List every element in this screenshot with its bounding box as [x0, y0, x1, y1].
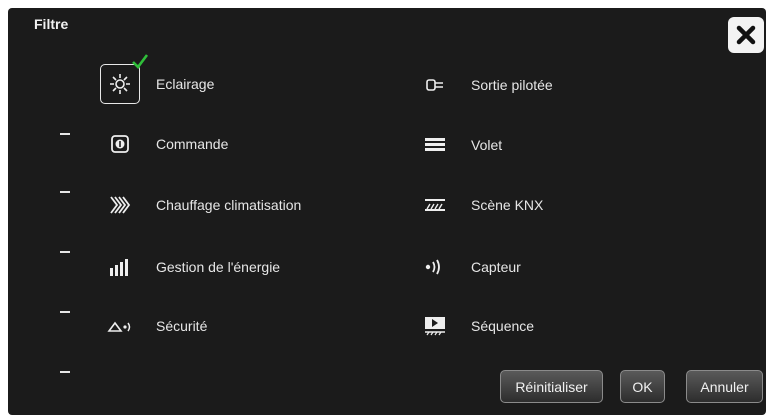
filter-item-sortie[interactable]: Sortie pilotée: [415, 65, 553, 105]
filter-item-commande[interactable]: Commande: [100, 124, 228, 164]
light-icon: [100, 54, 149, 104]
filter-item-sequence[interactable]: Séquence: [415, 306, 534, 346]
filter-label: Scène KNX: [471, 197, 544, 213]
scene-icon: [415, 185, 455, 225]
close-button[interactable]: [728, 17, 764, 53]
divider: [60, 191, 70, 193]
filter-label: Séquence: [471, 318, 535, 334]
shutter-icon: [415, 125, 455, 165]
filter-item-volet[interactable]: Volet: [415, 125, 502, 165]
security-icon: [100, 306, 140, 346]
reset-button[interactable]: Réinitialiser: [500, 370, 603, 403]
filter-label: Capteur: [471, 259, 521, 275]
command-icon: [100, 124, 140, 164]
filter-item-scene[interactable]: Scène KNX: [415, 185, 543, 225]
filter-label: Commande: [156, 136, 229, 152]
divider: [60, 133, 70, 135]
heating-icon: [100, 185, 140, 225]
plug-icon: [415, 65, 455, 105]
close-icon: [736, 25, 756, 45]
filter-item-capteur[interactable]: Capteur: [415, 247, 521, 287]
divider: [60, 251, 70, 253]
dialog-title: Filtre: [34, 16, 69, 32]
filter-item-energie[interactable]: Gestion de l'énergie: [100, 247, 280, 287]
filter-label: Sécurité: [156, 318, 208, 334]
filter-label: Sortie pilotée: [471, 77, 553, 93]
divider: [60, 371, 70, 373]
energy-icon: [100, 247, 140, 287]
filter-dialog: Filtre Eclairage Commande Chauffage clim…: [8, 8, 766, 415]
filter-label: Chauffage climatisation: [156, 197, 302, 213]
divider: [60, 311, 70, 313]
filter-item-eclairage[interactable]: Eclairage: [100, 54, 215, 104]
ok-button[interactable]: OK: [620, 370, 665, 403]
filter-item-securite[interactable]: Sécurité: [100, 306, 207, 346]
cancel-button[interactable]: Annuler: [686, 370, 763, 403]
sequence-icon: [415, 306, 455, 346]
filter-label: Gestion de l'énergie: [156, 259, 281, 275]
filter-label: Eclairage: [156, 76, 215, 92]
filter-label: Volet: [471, 137, 503, 153]
filter-item-chauffage[interactable]: Chauffage climatisation: [100, 185, 301, 225]
sensor-icon: [415, 247, 455, 287]
check-icon: [132, 54, 149, 69]
